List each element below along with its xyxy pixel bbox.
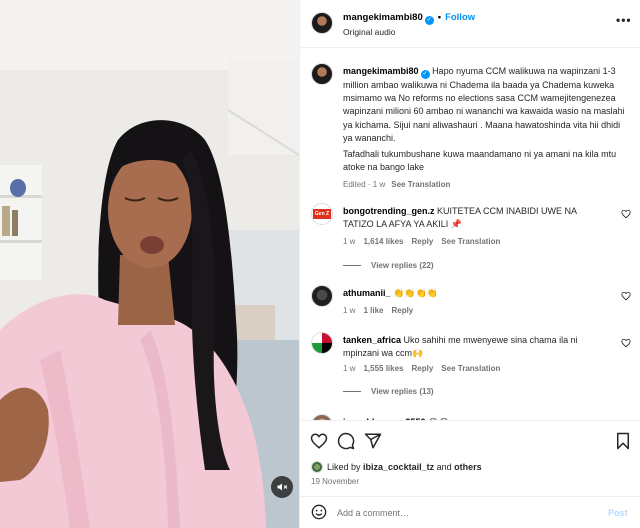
caption-meta: Edited · 1 w See Translation xyxy=(343,180,450,189)
comment-likes[interactable]: 1,555 likes xyxy=(363,364,403,373)
caption-text: Hapo nyuma CCM walikuwa na wapinzani 1-3… xyxy=(343,66,625,143)
comment-age: 1 w xyxy=(343,306,356,315)
caption-edited: Edited · 1 w xyxy=(343,180,386,189)
comment-body: athumanii_ 👏👏👏👏 xyxy=(343,287,608,300)
comment-likes[interactable]: 1,614 likes xyxy=(363,237,403,246)
caption-text-2: Tafadhali tukumbushane kuwa maandamano n… xyxy=(343,149,617,173)
view-replies-button[interactable]: View replies (13) xyxy=(343,387,434,396)
view-replies-label: View replies (22) xyxy=(371,261,434,270)
share-icon[interactable] xyxy=(364,432,382,450)
view-replies-label: View replies (13) xyxy=(371,387,434,396)
post-video[interactable] xyxy=(0,0,299,528)
comment-username[interactable]: tanken_africa xyxy=(343,335,401,345)
liker-username[interactable]: ibiza_cocktail_tz xyxy=(363,462,434,472)
verified-badge-icon: ✓ xyxy=(424,16,434,25)
comments-scroll[interactable]: mangekimambi80 ✓ Hapo nyuma CCM walikuwa … xyxy=(300,49,640,420)
likes-summary[interactable]: Liked by ibiza_cocktail_tz and others xyxy=(311,461,482,473)
speaker-muted-icon xyxy=(277,483,288,491)
comment-likes[interactable]: 1 like xyxy=(363,306,383,315)
comment-username[interactable]: athumanii_ xyxy=(343,288,391,298)
reply-button[interactable]: Reply xyxy=(412,237,434,246)
caption-username[interactable]: mangekimambi80 xyxy=(343,66,419,76)
header-username[interactable]: mangekimambi80 xyxy=(343,12,423,23)
caption-avatar[interactable] xyxy=(311,63,333,85)
avatar[interactable] xyxy=(311,285,333,307)
divider-line xyxy=(343,391,361,393)
comment-username[interactable]: bongotrending_gen.z xyxy=(343,206,435,216)
heart-icon[interactable] xyxy=(621,291,631,301)
comment-icon[interactable] xyxy=(337,432,355,450)
comment-input[interactable] xyxy=(337,505,587,521)
post-panel: mangekimambi80 ✓ • Follow Original audio ••… xyxy=(299,0,640,528)
comment-text: 👏👏👏👏 xyxy=(393,288,438,298)
follow-button[interactable]: Follow xyxy=(445,12,475,23)
avatar[interactable] xyxy=(311,332,333,354)
reply-button[interactable]: Reply xyxy=(391,306,413,315)
avatar[interactable] xyxy=(311,12,333,34)
see-translation-button[interactable]: See Translation xyxy=(441,237,500,246)
separator-dot: • xyxy=(437,12,442,23)
verified-badge-icon: ✓ xyxy=(420,70,430,79)
heart-icon[interactable] xyxy=(621,338,631,348)
likes-others[interactable]: others xyxy=(454,462,482,472)
video-frame xyxy=(0,0,299,528)
comment-meta: 1 w 1,555 likes Reply See Translation xyxy=(343,364,508,373)
comment-meta: 1 w 1,614 likes Reply See Translation xyxy=(343,237,508,246)
divider-line xyxy=(343,265,361,267)
avatar[interactable]: Gen Z xyxy=(311,203,333,225)
view-replies-button[interactable]: View replies (22) xyxy=(343,261,434,270)
heart-icon[interactable] xyxy=(310,432,328,450)
likes-and: and xyxy=(436,462,452,472)
comment-meta: 1 w 1 like Reply xyxy=(343,306,421,315)
bookmark-icon[interactable] xyxy=(614,432,632,450)
mute-button[interactable] xyxy=(271,476,293,498)
comment-body: bongotrending_gen.z KUITETEA CCM INABIDI… xyxy=(343,205,608,231)
avatar-badge: Gen Z xyxy=(313,209,331,219)
liker-avatar xyxy=(311,461,323,473)
caption-see-translation[interactable]: See Translation xyxy=(391,180,450,189)
post-modal: mangekimambi80 ✓ • Follow Original audio ••… xyxy=(0,0,640,528)
likes-prefix: Liked by xyxy=(327,462,361,472)
emoji-icon[interactable] xyxy=(311,504,327,520)
reply-button[interactable]: Reply xyxy=(412,364,434,373)
more-options-button[interactable]: ••• xyxy=(616,13,632,27)
comment-body: tanken_africa Uko sahihi me mwenyewe sin… xyxy=(343,334,608,360)
comment-age: 1 w xyxy=(343,237,356,246)
comment-age: 1 w xyxy=(343,364,356,373)
add-comment-bar: Post xyxy=(300,496,640,528)
heart-icon[interactable] xyxy=(621,209,631,219)
see-translation-button[interactable]: See Translation xyxy=(441,364,500,373)
post-button[interactable]: Post xyxy=(608,508,628,518)
post-header: mangekimambi80 ✓ • Follow Original audio ••… xyxy=(300,0,640,48)
header-user-line: mangekimambi80 ✓ • Follow xyxy=(343,12,475,25)
post-date: 19 November xyxy=(311,477,360,486)
caption-text-block: mangekimambi80 ✓ Hapo nyuma CCM walikuwa … xyxy=(343,65,631,145)
audio-link[interactable]: Original audio xyxy=(343,27,395,37)
